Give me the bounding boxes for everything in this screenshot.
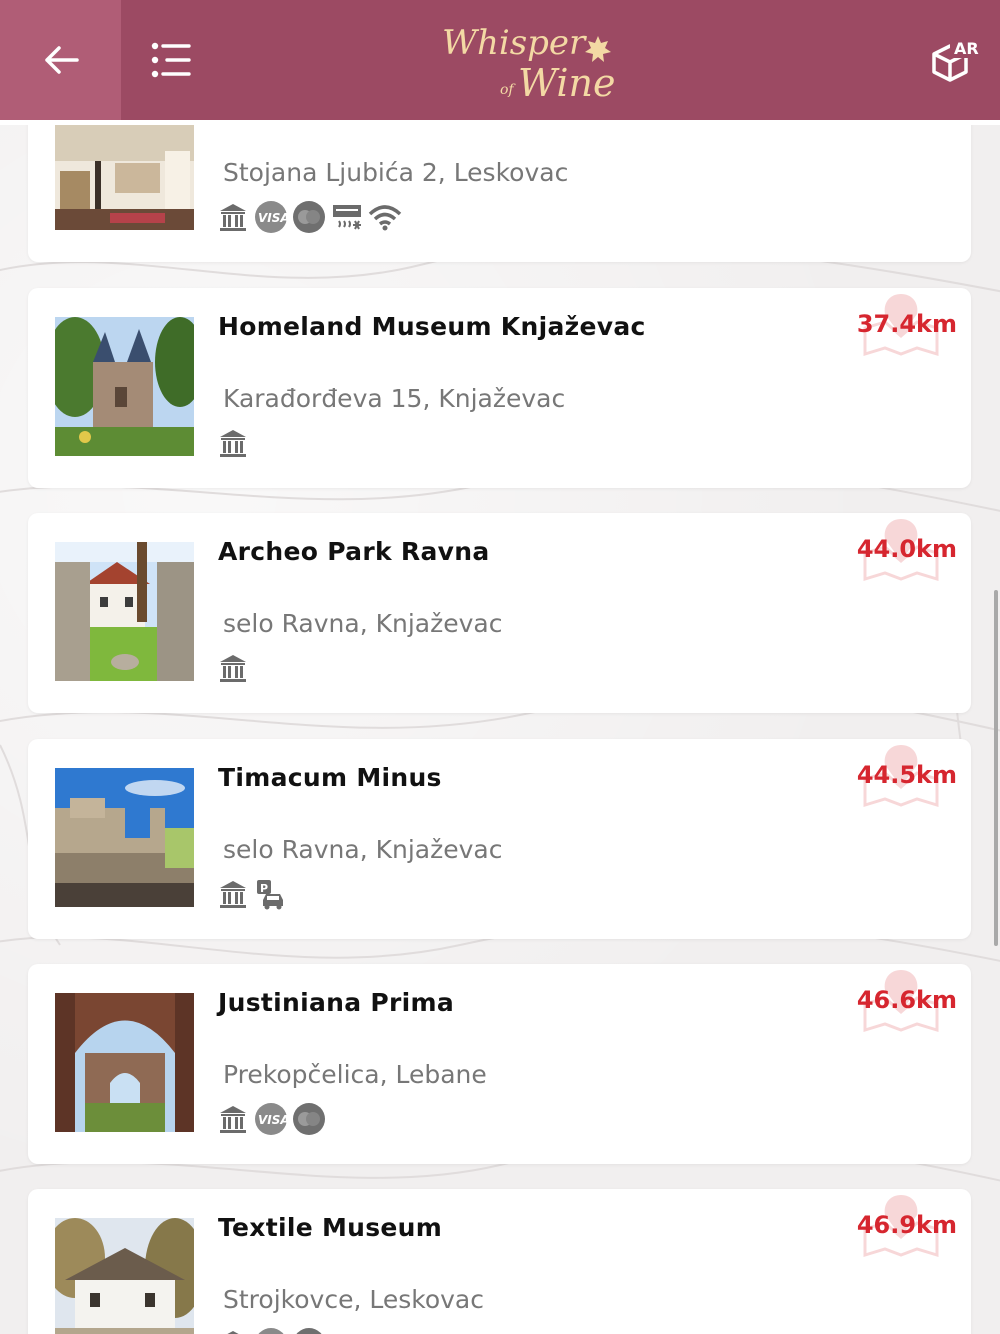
amenity-icons xyxy=(216,1327,326,1334)
museum-list[interactable]: Stojana Ljubića 2, Leskovac VISA Homelan… xyxy=(0,125,1000,1334)
item-title: Archeo Park Ravna xyxy=(218,537,490,566)
item-title: Textile Museum xyxy=(218,1213,443,1242)
list-item[interactable]: Archeo Park Ravna 44.0km selo Ravna, Knj… xyxy=(28,513,971,713)
ar-cube-icon: AR xyxy=(932,34,979,82)
wifi-icon xyxy=(368,200,402,234)
menu-button[interactable] xyxy=(121,0,221,120)
museum-photo xyxy=(55,1218,194,1334)
back-button[interactable] xyxy=(0,0,121,120)
item-address: Karađorđeva 15, Knjaževac xyxy=(223,384,566,413)
distance-label: 44.5km xyxy=(856,761,957,789)
mastercard-icon xyxy=(292,1327,326,1334)
logo-text-wine: Wine xyxy=(518,61,616,105)
museum-photo xyxy=(55,542,194,681)
header-divider xyxy=(0,120,1000,125)
museum-photo xyxy=(55,125,194,230)
item-address: Stojana Ljubića 2, Leskovac xyxy=(223,158,569,187)
list-item[interactable]: Timacum Minus 44.5km selo Ravna, Knjažev… xyxy=(28,739,971,939)
svg-text:VISA: VISA xyxy=(258,1113,288,1127)
app-header: Whisper of Wine AR xyxy=(0,0,1000,120)
logo-text-whisper: Whisper xyxy=(442,23,587,63)
grape-leaf-icon xyxy=(585,36,611,62)
list-item[interactable]: Stojana Ljubića 2, Leskovac VISA xyxy=(28,125,971,262)
item-address: Prekopčelica, Lebane xyxy=(223,1060,487,1089)
parking-icon: P xyxy=(254,877,288,911)
svg-text:P: P xyxy=(260,882,268,895)
item-address: selo Ravna, Knjaževac xyxy=(223,835,503,864)
item-address: Strojkovce, Leskovac xyxy=(223,1285,484,1314)
museum-icon xyxy=(216,200,250,234)
museum-icon xyxy=(216,877,250,911)
visa-icon xyxy=(254,1327,288,1334)
item-title: Homeland Museum Knjaževac xyxy=(218,312,646,341)
list-item[interactable]: Homeland Museum Knjaževac 37.4km Karađor… xyxy=(28,288,971,488)
app-logo: Whisper of Wine xyxy=(430,14,620,106)
air-conditioning-icon xyxy=(330,200,364,234)
museum-icon xyxy=(216,1327,250,1334)
amenity-icons: VISA xyxy=(216,1102,326,1136)
museum-icon xyxy=(216,651,250,685)
list-item[interactable]: Textile Museum 46.9km Strojkovce, Leskov… xyxy=(28,1189,971,1334)
distance-label: 46.6km xyxy=(856,986,957,1014)
amenity-icons xyxy=(216,651,250,685)
scrollbar[interactable] xyxy=(994,590,998,946)
mastercard-icon xyxy=(292,1102,326,1136)
item-title: Justiniana Prima xyxy=(218,988,455,1017)
item-address: selo Ravna, Knjaževac xyxy=(223,609,503,638)
item-title: Timacum Minus xyxy=(218,763,442,792)
distance-label: 37.4km xyxy=(856,310,957,338)
arrow-left-icon xyxy=(44,46,79,74)
museum-photo xyxy=(55,317,194,456)
amenity-icons xyxy=(216,426,250,460)
museum-icon xyxy=(216,1102,250,1136)
svg-text:VISA: VISA xyxy=(258,211,288,225)
museum-photo xyxy=(55,768,194,907)
distance-label: 44.0km xyxy=(856,535,957,563)
ar-button[interactable]: AR xyxy=(920,30,982,90)
svg-text:of: of xyxy=(500,82,516,98)
amenity-icons: VISA xyxy=(216,200,402,234)
amenity-icons: P xyxy=(216,877,288,911)
mastercard-icon xyxy=(292,200,326,234)
museum-photo xyxy=(55,993,194,1132)
museum-icon xyxy=(216,426,250,460)
svg-text:AR: AR xyxy=(954,39,979,58)
list-item[interactable]: Justiniana Prima 46.6km Prekopčelica, Le… xyxy=(28,964,971,1164)
visa-icon: VISA xyxy=(254,1102,288,1136)
distance-label: 46.9km xyxy=(856,1211,957,1239)
visa-icon: VISA xyxy=(254,200,288,234)
list-menu-icon xyxy=(151,42,191,78)
